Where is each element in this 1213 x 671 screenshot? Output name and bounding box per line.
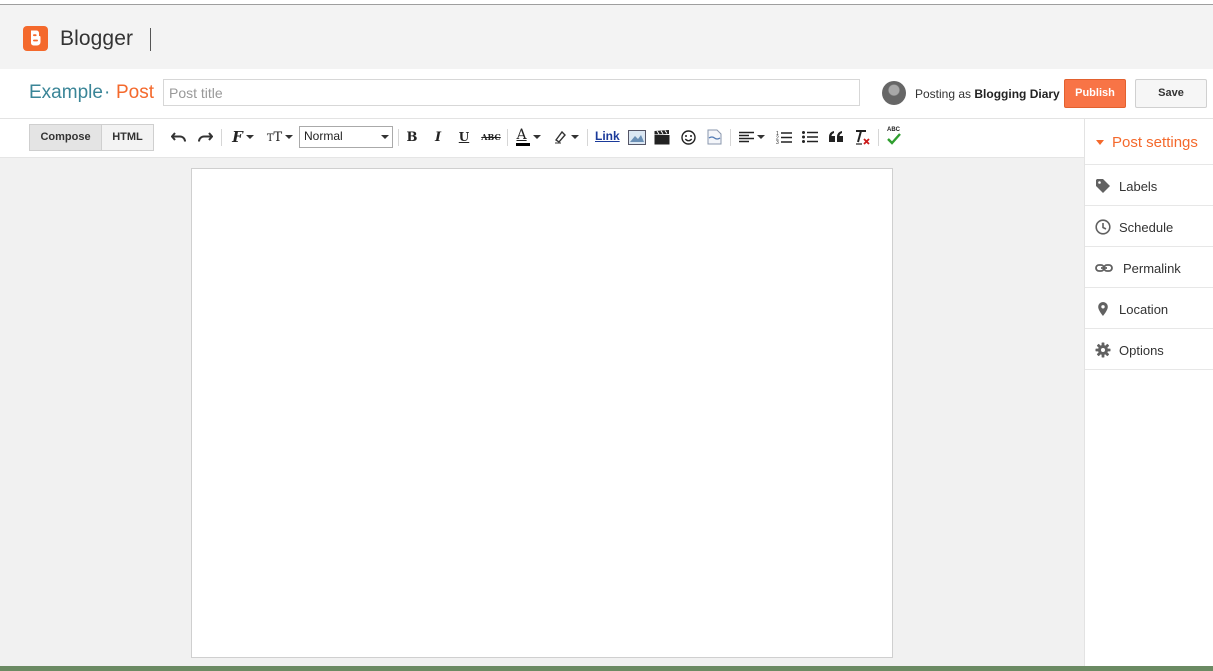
toolbar-separator (221, 129, 222, 146)
post-title-bar: Example · Post Posting as Blogging Diary… (0, 69, 1213, 119)
link-button[interactable]: Link (595, 129, 620, 143)
font-icon: F (232, 128, 243, 146)
sidebar-item-label: Options (1119, 343, 1164, 358)
desktop-taskbar-edge (0, 666, 1213, 671)
strikethrough-button[interactable]: ABC (481, 127, 501, 147)
post-title-input[interactable] (163, 79, 860, 106)
align-icon (739, 131, 754, 142)
numbered-list-icon[interactable]: 123 (775, 127, 793, 147)
tag-icon (1096, 179, 1110, 193)
posting-as-name: Blogging Diary (974, 87, 1060, 101)
breadcrumb-post: Post (116, 82, 155, 103)
format-select-value: Normal (304, 129, 343, 143)
toolbar-separator (730, 129, 731, 146)
font-size-dropdown[interactable]: TT (264, 127, 296, 147)
toolbar-separator (587, 129, 588, 146)
post-settings-label: Post settings (1112, 134, 1198, 151)
spellcheck-button[interactable]: ABC (884, 127, 904, 147)
sidebar-item-options[interactable]: Options (1085, 329, 1213, 370)
blogger-logo-icon[interactable] (23, 26, 48, 51)
sidebar-item-labels[interactable]: Labels (1085, 165, 1213, 206)
toolbar-separator (878, 129, 879, 146)
author-avatar[interactable] (882, 81, 906, 105)
compose-mode-button[interactable]: Compose (29, 124, 102, 151)
toolbar-separator (398, 129, 399, 146)
jump-break-icon[interactable] (705, 127, 723, 147)
sidebar-item-location[interactable]: Location (1085, 288, 1213, 329)
align-dropdown[interactable] (737, 127, 767, 147)
header-divider (150, 28, 151, 51)
posting-as-text: Posting as Blogging Diary (915, 87, 1060, 101)
svg-text:3: 3 (776, 140, 779, 144)
app-header: Blogger (0, 5, 1213, 69)
toolbar-separator (507, 129, 508, 146)
html-mode-button[interactable]: HTML (101, 124, 154, 151)
breadcrumb-separator: · (104, 82, 111, 103)
paragraph-format-select[interactable]: Normal (299, 126, 393, 148)
publish-button[interactable]: Publish (1064, 79, 1126, 108)
text-color-letter: A (516, 127, 527, 143)
font-size-icon: TT (266, 129, 283, 145)
font-family-dropdown[interactable]: F (228, 127, 258, 147)
collapse-triangle-icon (1096, 140, 1104, 145)
highlight-icon (554, 130, 566, 144)
clock-icon (1095, 219, 1111, 235)
sidebar-item-label: Labels (1119, 179, 1158, 194)
gear-icon (1095, 342, 1111, 358)
posting-as-prefix: Posting as (915, 87, 972, 101)
sidebar-item-schedule[interactable]: Schedule (1085, 206, 1213, 247)
sidebar-item-label: Schedule (1119, 220, 1174, 235)
spellcheck-icon: ABC (885, 127, 903, 146)
link-icon (1095, 264, 1113, 272)
text-color-dropdown[interactable]: A (513, 127, 543, 147)
emoji-icon[interactable] (679, 127, 697, 147)
underline-button[interactable]: U (456, 127, 472, 147)
post-settings-sidebar: Post settings Labels Schedule Permalink … (1084, 119, 1213, 666)
sidebar-item-label: Location (1119, 302, 1169, 317)
remove-format-icon[interactable] (853, 127, 871, 147)
pin-icon (1098, 302, 1108, 316)
redo-icon[interactable] (196, 127, 214, 147)
bulleted-list-icon[interactable] (801, 127, 819, 147)
italic-button[interactable]: I (430, 127, 446, 147)
sidebar-item-label: Permalink (1123, 261, 1181, 276)
blog-name-link[interactable]: Example (29, 82, 103, 104)
app-name: Blogger (60, 27, 134, 50)
bold-button[interactable]: B (404, 127, 420, 147)
quote-icon[interactable] (827, 127, 845, 147)
chevron-down-icon (381, 135, 389, 139)
sidebar-item-permalink[interactable]: Permalink (1085, 247, 1213, 288)
editor-canvas (0, 158, 1084, 666)
save-button[interactable]: Save (1135, 79, 1207, 108)
video-icon[interactable] (653, 127, 671, 147)
post-settings-heading[interactable]: Post settings (1085, 119, 1213, 165)
text-color-icon: A (515, 127, 530, 146)
undo-icon[interactable] (170, 127, 188, 147)
post-body-editor[interactable] (191, 168, 893, 658)
highlight-dropdown[interactable] (550, 127, 580, 147)
image-icon[interactable] (627, 127, 647, 147)
editor-toolbar: Compose HTML F TT Normal B I U ABC A Lin… (0, 119, 1084, 158)
